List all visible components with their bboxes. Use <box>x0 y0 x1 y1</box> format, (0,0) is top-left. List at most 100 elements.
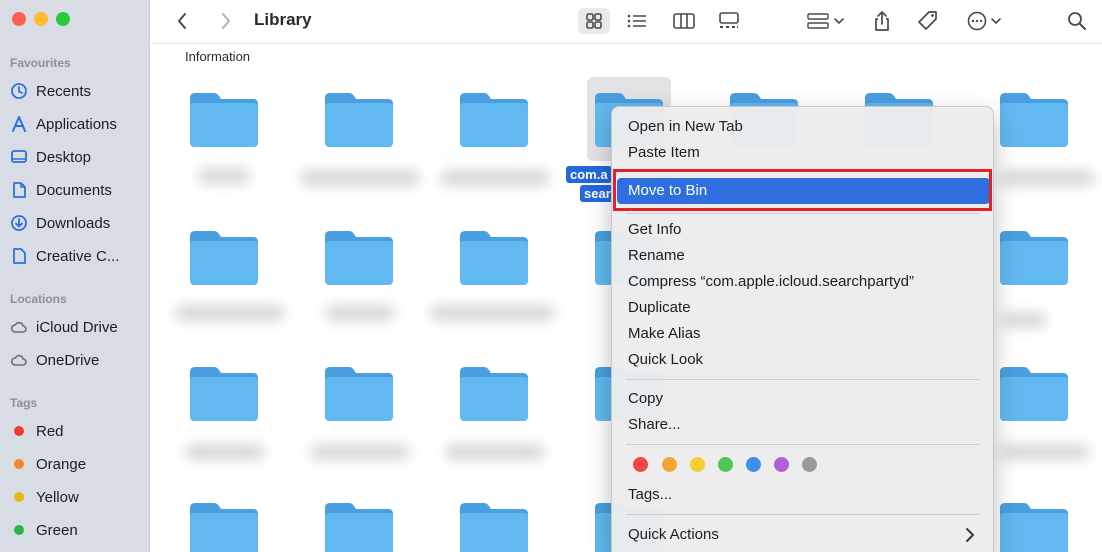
tag-color-orange[interactable] <box>662 457 677 472</box>
menu-item-rename[interactable]: Rename <box>628 245 685 267</box>
folder-icon[interactable] <box>998 228 1070 286</box>
menu-item-paste-item[interactable]: Paste Item <box>628 142 700 164</box>
sidebar-tag-red[interactable]: Red <box>10 419 64 443</box>
folder-icon[interactable] <box>998 500 1070 552</box>
folder-icon[interactable] <box>458 228 530 286</box>
column-view-button[interactable] <box>668 8 700 34</box>
folder-icon[interactable] <box>188 364 260 422</box>
sidebar-item-onedrive[interactable]: OneDrive <box>10 348 99 372</box>
list-icon <box>627 14 646 28</box>
group-icon <box>807 13 844 29</box>
locations-header: Locations <box>10 292 67 306</box>
folder-icon[interactable] <box>458 364 530 422</box>
sidebar-tag-yellow[interactable]: Yellow <box>10 485 79 509</box>
blurred-filename <box>325 305 395 321</box>
tag-color-purple[interactable] <box>774 457 789 472</box>
desktop-icon <box>11 150 27 163</box>
sidebar-item-desktop[interactable]: Desktop <box>10 145 91 169</box>
ellipsis-circle-icon <box>967 11 1001 31</box>
tag-color-green[interactable] <box>718 457 733 472</box>
sidebar: Favourites Recents Applications Desktop … <box>0 0 150 552</box>
favourites-header: Favourites <box>10 56 71 70</box>
menu-item-make-alias[interactable]: Make Alias <box>628 323 701 345</box>
sidebar-item-label: Creative C... <box>36 247 120 265</box>
sidebar-item-label: Orange <box>36 455 87 473</box>
blurred-filename <box>198 168 250 184</box>
folder-icon[interactable] <box>323 364 395 422</box>
sidebar-item-downloads[interactable]: Downloads <box>10 211 110 235</box>
menu-item-open-in-new-tab[interactable]: Open in New Tab <box>628 116 743 138</box>
sidebar-item-recents[interactable]: Recents <box>10 79 91 103</box>
folder-icon[interactable] <box>188 228 260 286</box>
menu-item-compress[interactable]: Compress “com.apple.icloud.searchpartyd” <box>628 271 914 293</box>
sidebar-item-creative-cloud[interactable]: Creative C... <box>10 244 119 268</box>
folder-icon[interactable] <box>998 364 1070 422</box>
folder-icon[interactable] <box>323 228 395 286</box>
tags-header: Tags <box>10 396 38 410</box>
blurred-filename <box>1000 444 1090 460</box>
sidebar-item-applications[interactable]: Applications <box>10 112 117 136</box>
blurred-filename <box>1000 170 1095 186</box>
folder-icon[interactable] <box>188 90 260 148</box>
menu-item-share[interactable]: Share... <box>628 414 681 436</box>
sidebar-item-label: OneDrive <box>36 351 100 369</box>
blurred-filename <box>310 444 410 460</box>
blurred-filename <box>300 170 420 186</box>
tag-dot <box>14 525 24 535</box>
toolbar: Library <box>151 0 1102 44</box>
clock-icon <box>11 83 27 99</box>
cloud-icon <box>10 354 27 366</box>
download-icon <box>11 215 27 231</box>
gallery-view-button[interactable] <box>713 8 745 34</box>
folder-icon[interactable] <box>998 90 1070 148</box>
blurred-filename <box>445 444 545 460</box>
blurred-filename <box>430 305 555 321</box>
traffic-lights <box>12 12 70 26</box>
menu-item-duplicate[interactable]: Duplicate <box>628 297 691 319</box>
tag-color-red[interactable] <box>633 457 648 472</box>
list-view-button[interactable] <box>621 8 653 34</box>
tag-color-gray[interactable] <box>802 457 817 472</box>
columns-icon <box>673 13 695 29</box>
menu-separator <box>626 514 979 515</box>
sidebar-item-icloud-drive[interactable]: iCloud Drive <box>10 315 118 339</box>
sidebar-item-documents[interactable]: Documents <box>10 178 112 202</box>
icon-view-button[interactable] <box>578 8 610 34</box>
sidebar-item-label: iCloud Drive <box>36 318 118 336</box>
highlight-callout-box <box>613 169 992 211</box>
chevron-right-icon <box>966 528 974 542</box>
search-button[interactable] <box>1063 8 1091 34</box>
sidebar-item-label: Downloads <box>36 214 111 232</box>
share-button[interactable] <box>867 8 897 34</box>
back-button[interactable] <box>171 8 193 34</box>
menu-item-tags[interactable]: Tags... <box>628 484 672 506</box>
minimize-window-button[interactable] <box>34 12 48 26</box>
tag-color-blue[interactable] <box>746 457 761 472</box>
folder-icon[interactable] <box>458 90 530 148</box>
more-actions-button[interactable] <box>964 8 1008 34</box>
selected-filename-line2: sear <box>580 185 615 202</box>
tag-icon <box>918 11 937 30</box>
folder-icon[interactable] <box>323 90 395 148</box>
applications-icon <box>12 116 26 132</box>
folder-icon[interactable] <box>188 500 260 552</box>
sidebar-item-label: Green <box>36 521 78 539</box>
folder-icon[interactable] <box>323 500 395 552</box>
sidebar-item-label: Recents <box>36 82 92 100</box>
zoom-window-button[interactable] <box>56 12 70 26</box>
menu-item-get-info[interactable]: Get Info <box>628 219 681 241</box>
group-by-button[interactable] <box>801 8 851 34</box>
blurred-filename <box>440 170 550 186</box>
folder-icon[interactable] <box>458 500 530 552</box>
tag-button[interactable] <box>913 8 943 34</box>
sidebar-tag-orange[interactable]: Orange <box>10 452 86 476</box>
sidebar-tag-green[interactable]: Green <box>10 518 78 542</box>
close-window-button[interactable] <box>12 12 26 26</box>
sidebar-item-label: Applications <box>36 115 117 133</box>
menu-item-quick-actions[interactable]: Quick Actions <box>628 524 719 546</box>
menu-item-copy[interactable]: Copy <box>628 388 663 410</box>
cloud-icon <box>10 321 27 333</box>
forward-button[interactable] <box>215 8 237 34</box>
tag-color-yellow[interactable] <box>690 457 705 472</box>
menu-item-quick-look[interactable]: Quick Look <box>628 349 703 371</box>
